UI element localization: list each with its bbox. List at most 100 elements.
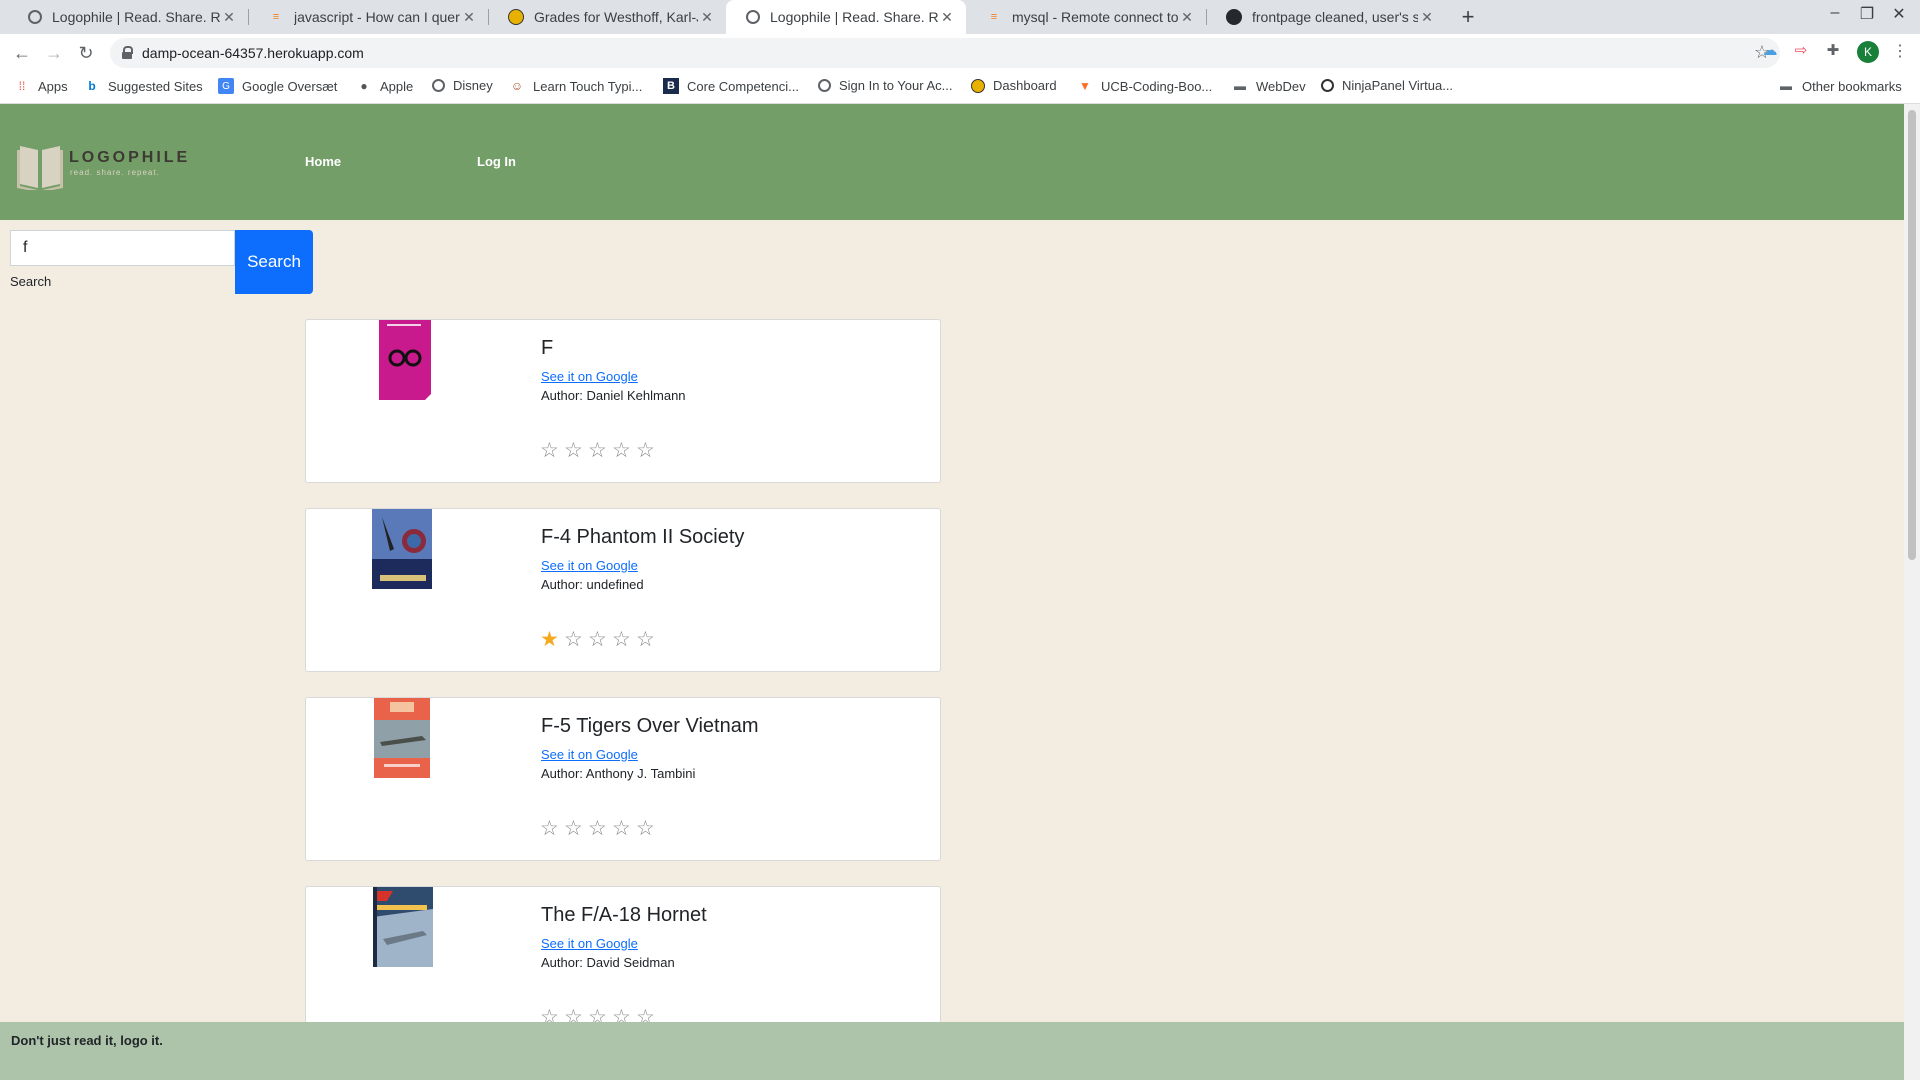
star-icon[interactable]: ☆: [588, 818, 612, 840]
bookmark-core-competencies[interactable]: B Core Competenci...: [663, 78, 799, 94]
bookmark-label: Other bookmarks: [1802, 78, 1902, 94]
close-icon[interactable]: ✕: [1418, 9, 1436, 26]
star-icon[interactable]: ☆: [564, 818, 588, 840]
see-on-google-link[interactable]: See it on Google: [541, 369, 638, 384]
star-icon[interactable]: ☆: [612, 629, 636, 651]
profile-avatar[interactable]: K: [1857, 41, 1879, 63]
star-icon[interactable]: ☆: [564, 440, 588, 462]
book-logo-icon: [17, 146, 63, 192]
tab-logophile-1[interactable]: Logophile | Read. Share. Repeat. ✕: [8, 0, 248, 34]
search-button[interactable]: Search: [235, 230, 313, 294]
bookmark-label: Core Competenci...: [687, 78, 799, 94]
star-icon[interactable]: ☆: [612, 818, 636, 840]
bookmark-label: NinjaPanel Virtua...: [1342, 78, 1454, 93]
close-icon[interactable]: ✕: [220, 9, 238, 26]
folder-icon: ▬: [1234, 79, 1246, 93]
address-bar[interactable]: damp-ocean-64357.herokuapp.com ☆: [110, 38, 1780, 68]
star-icon[interactable]: ☆: [588, 440, 612, 462]
logo-name: LOGOPHILE: [69, 149, 191, 166]
close-icon[interactable]: ✕: [460, 9, 478, 26]
star-rating[interactable]: ★ ☆ ☆ ☆ ☆: [540, 629, 660, 651]
star-icon[interactable]: ☆: [636, 440, 660, 462]
window-close-icon[interactable]: ✕: [1884, 4, 1914, 24]
typing-icon: ☺: [510, 79, 524, 93]
search-label: Search: [10, 274, 52, 289]
close-icon[interactable]: ✕: [938, 9, 956, 26]
logo-tagline: read. share. repeat.: [70, 168, 160, 177]
star-icon[interactable]: ☆: [540, 440, 564, 462]
bookmark-suggested-sites[interactable]: b Suggested Sites: [84, 78, 202, 94]
tab-title: Logophile | Read. Share. Repeat.: [52, 9, 220, 25]
folder-icon: ▬: [1780, 79, 1792, 93]
reload-icon[interactable]: ↻: [74, 41, 98, 65]
book-card: F See it on Google Author: Daniel Kehlma…: [305, 319, 941, 483]
book-card: F-4 Phantom II Society See it on Google …: [305, 508, 941, 672]
tab-stackoverflow-1[interactable]: ≡ javascript - How can I query a ✕: [248, 0, 488, 34]
tab-github[interactable]: frontpage cleaned, user's stars ✕: [1206, 0, 1446, 34]
nav-home-link[interactable]: Home: [305, 154, 341, 169]
book-title: F-5 Tigers Over Vietnam: [541, 715, 759, 737]
site-footer: Don't just read it, logo it.: [0, 1022, 1904, 1080]
star-icon[interactable]: ☆: [588, 629, 612, 651]
cast-extension-icon[interactable]: ⇨: [1792, 42, 1810, 60]
site-logo[interactable]: LOGOPHILE read. share. repeat.: [17, 140, 197, 192]
canvas-icon: [971, 78, 985, 93]
bookmark-disney[interactable]: Disney: [432, 78, 493, 93]
tab-title: mysql - Remote connect to clear: [1012, 9, 1178, 25]
b-icon: B: [663, 78, 679, 94]
bookmark-google-translate[interactable]: G Google Oversæt: [218, 78, 337, 94]
cloud-extension-icon[interactable]: ☁: [1761, 42, 1779, 60]
see-on-google-link[interactable]: See it on Google: [541, 747, 638, 762]
tab-stackoverflow-2[interactable]: ≡ mysql - Remote connect to clear ✕: [966, 0, 1206, 34]
star-icon[interactable]: ☆: [540, 818, 564, 840]
book-title: F: [541, 337, 554, 359]
github-icon: [1226, 9, 1242, 25]
bookmark-other[interactable]: ▬ Other bookmarks: [1778, 78, 1902, 94]
tab-title: frontpage cleaned, user's stars: [1252, 9, 1418, 25]
book-author: Author: Daniel Kehlmann: [541, 388, 686, 403]
bookmark-touch-typing[interactable]: ☺ Learn Touch Typi...: [509, 78, 643, 94]
book-author: Author: David Seidman: [541, 955, 675, 970]
back-icon[interactable]: ←: [10, 41, 34, 65]
book-card: F-5 Tigers Over Vietnam See it on Google…: [305, 697, 941, 861]
globe-icon: [818, 79, 831, 92]
star-rating[interactable]: ☆ ☆ ☆ ☆ ☆: [540, 440, 660, 462]
bookmark-ucb-coding[interactable]: ▼ UCB-Coding-Boo...: [1077, 78, 1212, 94]
close-icon[interactable]: ✕: [698, 9, 716, 26]
extensions-puzzle-icon[interactable]: ✚: [1824, 42, 1842, 60]
forward-icon[interactable]: →: [42, 41, 66, 65]
book-cover: [374, 698, 430, 778]
star-icon[interactable]: ☆: [564, 629, 588, 651]
bookmark-sign-in[interactable]: Sign In to Your Ac...: [818, 78, 952, 93]
browser-chrome: Logophile | Read. Share. Repeat. ✕ ≡ jav…: [0, 0, 1920, 104]
restore-icon[interactable]: ❐: [1852, 4, 1882, 24]
minimize-icon[interactable]: –: [1820, 4, 1850, 22]
page-viewport: LOGOPHILE read. share. repeat. Home Log …: [0, 104, 1904, 1080]
close-icon[interactable]: ✕: [1178, 9, 1196, 26]
translate-icon: G: [218, 78, 234, 94]
star-icon[interactable]: ☆: [636, 818, 660, 840]
tab-logophile-active[interactable]: Logophile | Read. Share. Repeat. ✕: [726, 0, 966, 34]
see-on-google-link[interactable]: See it on Google: [541, 936, 638, 951]
page-scrollbar[interactable]: [1904, 104, 1920, 1080]
globe-icon: [432, 79, 445, 92]
star-icon[interactable]: ★: [540, 629, 564, 651]
star-icon[interactable]: ☆: [612, 440, 636, 462]
bookmark-apple[interactable]: ● Apple: [356, 78, 413, 94]
new-tab-button[interactable]: +: [1455, 4, 1481, 30]
menu-dots-icon[interactable]: ⋮: [1890, 41, 1910, 61]
stackoverflow-icon: ≡: [272, 11, 280, 23]
nav-login-link[interactable]: Log In: [477, 154, 516, 169]
bookmark-webdev[interactable]: ▬ WebDev: [1232, 78, 1306, 94]
search-input[interactable]: [10, 230, 235, 266]
bookmark-label: Apps: [38, 78, 68, 94]
bookmark-dashboard[interactable]: Dashboard: [971, 78, 1057, 93]
star-rating[interactable]: ☆ ☆ ☆ ☆ ☆: [540, 818, 660, 840]
tab-grades[interactable]: Grades for Westhoff, Karl-Johan ✕: [488, 0, 726, 34]
see-on-google-link[interactable]: See it on Google: [541, 558, 638, 573]
bookmark-ninjapanel[interactable]: NinjaPanel Virtua...: [1321, 78, 1453, 93]
scrollbar-thumb[interactable]: [1908, 110, 1916, 560]
star-icon[interactable]: ☆: [636, 629, 660, 651]
bookmark-apps[interactable]: ⁞⁞ Apps: [14, 78, 68, 94]
lock-icon: [122, 46, 133, 59]
